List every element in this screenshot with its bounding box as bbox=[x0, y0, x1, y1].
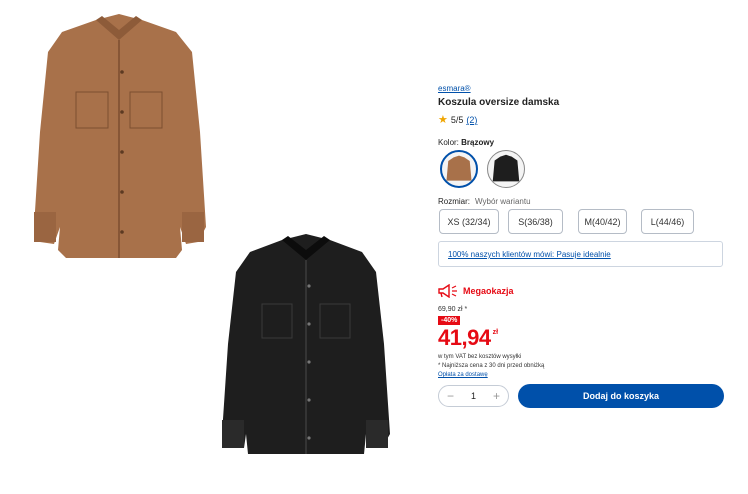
size-option-xs[interactable]: XS (32/34) bbox=[439, 209, 499, 234]
increase-quantity-button[interactable]: + bbox=[493, 389, 500, 403]
megaokazja-label: Megaokazja bbox=[463, 286, 514, 296]
product-title: Koszula oversize damska bbox=[438, 97, 560, 108]
color-selector-label: Kolor: Brązowy bbox=[438, 138, 494, 147]
shipping-cost-link[interactable]: Opłata za dostawę bbox=[438, 372, 488, 378]
size-label: Rozmiar: bbox=[438, 197, 471, 206]
rating-value: 5/5 bbox=[450, 115, 464, 125]
rating-count-link[interactable]: (2) bbox=[466, 115, 477, 125]
product-image-black[interactable] bbox=[216, 234, 396, 458]
rating: ★ 5/5 (2) bbox=[438, 114, 477, 126]
price-value: 41,94 bbox=[438, 325, 491, 350]
current-price: 41,94 zł bbox=[438, 325, 498, 351]
color-swatch-brown[interactable] bbox=[440, 150, 478, 188]
megaphone-icon bbox=[438, 284, 457, 298]
lowest-price-note: * Najniższa cena z 30 dni przed obniżką bbox=[438, 363, 545, 369]
size-option-l[interactable]: L(44/46) bbox=[641, 209, 694, 234]
fit-note-link[interactable]: 100% naszych klientów mówi: Pasuje ideal… bbox=[448, 250, 611, 259]
color-selected-value: Brązowy bbox=[461, 138, 495, 147]
star-icon: ★ bbox=[438, 114, 448, 126]
megaokazja-badge: Megaokazja bbox=[438, 284, 514, 298]
brand-link[interactable]: esmara® bbox=[438, 84, 471, 93]
decrease-quantity-button[interactable]: − bbox=[447, 389, 454, 403]
size-option-s[interactable]: S(36/38) bbox=[508, 209, 563, 234]
fit-info-box: 100% naszych klientów mówi: Pasuje ideal… bbox=[438, 241, 723, 267]
color-swatch-black[interactable] bbox=[487, 150, 525, 188]
discount-badge: -40% bbox=[438, 316, 461, 325]
price-currency: zł bbox=[492, 329, 499, 336]
color-label: Kolor: bbox=[438, 138, 459, 147]
old-price: 69,90 zł * bbox=[438, 306, 468, 313]
add-to-cart-button[interactable]: Dodaj do koszyka bbox=[518, 384, 724, 408]
product-image-brown[interactable] bbox=[26, 12, 212, 264]
quantity-stepper: − 1 + bbox=[438, 385, 509, 407]
vat-note: w tym VAT bez kosztów wysyłki bbox=[438, 354, 522, 360]
quantity-value[interactable]: 1 bbox=[471, 391, 476, 401]
size-option-m[interactable]: M(40/42) bbox=[578, 209, 627, 234]
size-hint: Wybór wariantu bbox=[475, 197, 531, 206]
product-details-panel: esmara® Koszula oversize damska ★ 5/5 (2… bbox=[438, 0, 728, 494]
size-selector-label: Rozmiar: Wybór wariantu bbox=[438, 197, 531, 206]
